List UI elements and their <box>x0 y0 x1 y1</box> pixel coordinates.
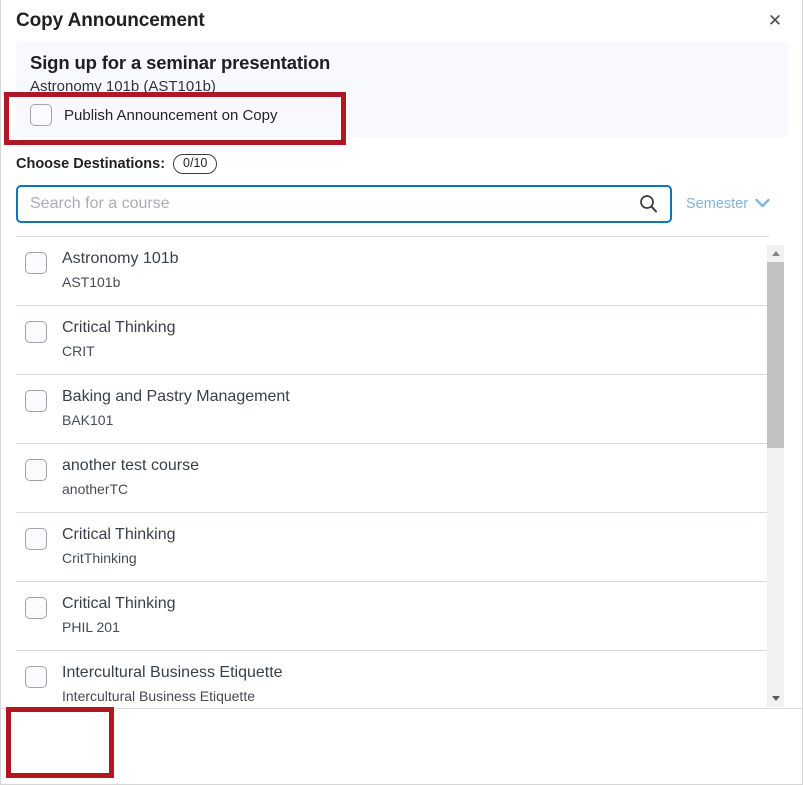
course-text: Critical Thinking CRIT <box>62 318 176 359</box>
choose-destinations-row: Choose Destinations: 0/10 <box>1 137 802 174</box>
dialog-title: Copy Announcement <box>16 10 205 31</box>
course-name: Intercultural Business Etiquette <box>62 663 283 681</box>
course-text: Critical Thinking PHIL 201 <box>62 594 176 635</box>
course-name: Critical Thinking <box>62 525 176 543</box>
course-name: Critical Thinking <box>62 318 176 336</box>
course-code: anotherTC <box>62 480 129 497</box>
search-icon[interactable] <box>626 187 670 221</box>
chevron-down-icon <box>755 196 770 212</box>
destinations-count-badge: 0/10 <box>173 154 218 174</box>
course-name: Astronomy 101b <box>62 249 179 267</box>
semester-filter-label: Semester <box>686 195 749 212</box>
publish-on-copy-row[interactable]: Publish Announcement on Copy <box>30 104 774 127</box>
course-checkbox[interactable] <box>25 320 47 343</box>
publish-on-copy-label: Publish Announcement on Copy <box>64 106 278 124</box>
announcement-banner-wrapper: Sign up for a seminar presentation Astro… <box>1 41 802 137</box>
course-checkbox[interactable] <box>25 596 47 619</box>
course-text: Astronomy 101b AST101b <box>62 249 179 290</box>
scrollbar-track[interactable] <box>767 261 784 690</box>
semester-filter-button[interactable]: Semester <box>686 196 770 212</box>
course-code: PHIL 201 <box>62 618 120 635</box>
dialog-footer: Next <box>1 707 802 784</box>
course-text: another test course anotherTC <box>62 456 199 497</box>
course-list-item[interactable]: Critical Thinking CRIT <box>16 304 769 374</box>
course-code: Intercultural Business Etiquette <box>62 687 255 704</box>
course-list-item[interactable]: Critical Thinking CritThinking <box>16 511 769 581</box>
course-checkbox[interactable] <box>25 458 47 481</box>
announcement-banner: Sign up for a seminar presentation Astro… <box>16 41 788 137</box>
course-code: CRIT <box>62 342 95 359</box>
course-text: Critical Thinking CritThinking <box>62 525 176 566</box>
copy-announcement-dialog: Copy Announcement ✕ Sign up for a semina… <box>0 0 803 785</box>
course-list-item[interactable]: Astronomy 101b AST101b <box>16 235 769 305</box>
search-input[interactable] <box>18 186 626 221</box>
caret-up-icon[interactable] <box>767 244 784 262</box>
course-text: Intercultural Business Etiquette Intercul… <box>62 663 283 704</box>
course-name: another test course <box>62 456 199 474</box>
course-text: Baking and Pastry Management BAK101 <box>62 387 290 428</box>
course-code: AST101b <box>62 273 121 290</box>
course-code: CritThinking <box>62 549 137 566</box>
course-code: BAK101 <box>62 411 114 428</box>
course-name: Critical Thinking <box>62 594 176 612</box>
course-list-scrollbar[interactable] <box>767 244 784 707</box>
course-list-item[interactable]: Baking and Pastry Management BAK101 <box>16 373 769 443</box>
course-checkbox[interactable] <box>25 251 47 274</box>
next-button[interactable]: Next <box>23 727 104 766</box>
course-list: Astronomy 101b AST101b Critical Thinking CR… <box>1 235 769 708</box>
dialog-header: Copy Announcement ✕ <box>1 0 802 41</box>
course-checkbox[interactable] <box>25 665 47 688</box>
announcement-course: Astronomy 101b (AST101b) <box>30 77 216 95</box>
choose-destinations-label: Choose Destinations: <box>16 155 166 172</box>
course-list-region: Astronomy 101b AST101b Critical Thinking CR… <box>1 235 802 708</box>
publish-on-copy-checkbox[interactable] <box>30 104 52 127</box>
search-row: Semester <box>1 174 802 223</box>
course-list-item[interactable]: Critical Thinking PHIL 201 <box>16 580 769 650</box>
scrollbar-thumb[interactable] <box>767 261 784 448</box>
close-icon[interactable]: ✕ <box>762 8 788 34</box>
announcement-title: Sign up for a seminar presentation <box>30 52 331 73</box>
search-box[interactable] <box>16 184 672 223</box>
course-name: Baking and Pastry Management <box>62 387 290 405</box>
course-checkbox[interactable] <box>25 389 47 412</box>
course-list-item[interactable]: another test course anotherTC <box>16 442 769 512</box>
caret-down-icon[interactable] <box>767 689 784 707</box>
course-list-item[interactable]: Intercultural Business Etiquette Intercul… <box>16 649 769 708</box>
course-checkbox[interactable] <box>25 527 47 550</box>
